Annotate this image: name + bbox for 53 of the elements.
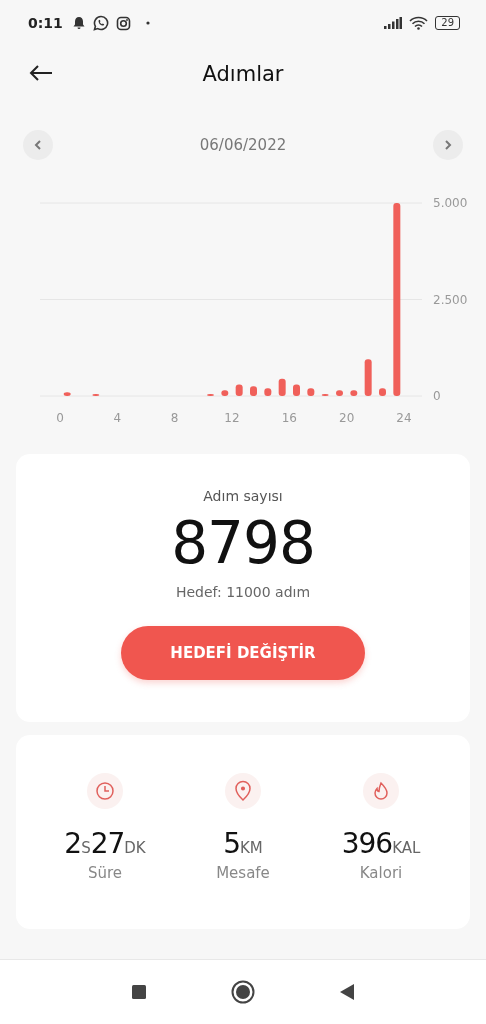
y-axis-label: 5.000 [433,196,468,210]
x-axis-label: 20 [339,411,355,425]
stat-value: 396KAL [341,827,421,860]
chart-bar [235,384,243,396]
battery-indicator: 29 [435,16,460,30]
chart-bar [293,384,300,396]
chart-bar [379,388,386,396]
flame-icon [363,773,399,809]
recents-button[interactable] [131,984,147,1000]
wifi-icon [409,16,429,30]
chart-bar [221,390,229,396]
y-axis-label: 0 [433,389,441,403]
steps-label: Adım sayısı [203,488,283,504]
x-axis-label: 8 [170,411,179,425]
next-day-button[interactable] [433,130,463,160]
stat-value: 2S27DK [64,827,146,860]
x-axis-label: 0 [56,411,64,425]
back-arrow-icon [28,63,54,82]
x-axis-label: 24 [396,411,412,425]
chevron-right-icon [443,139,453,151]
x-axis-label: 12 [224,411,240,425]
back-nav-button[interactable] [339,983,355,1001]
stat-value: 5KM [223,827,263,860]
stat-label: Süre [87,864,123,882]
clock-icon [87,773,123,809]
stat-label: Mesafe [216,864,270,882]
x-axis-label: 4 [113,411,122,425]
chart-bar [350,390,358,396]
chevron-left-icon [33,139,43,151]
bell-icon [71,16,86,30]
y-axis-label: 2.500 [433,292,468,307]
page-title: Adımlar [202,62,284,86]
signal-icon [384,17,403,29]
x-axis-label: 16 [281,411,297,425]
goal-text: Hedef: 11000 adım [175,584,311,600]
chart-bar [307,388,315,396]
dot-icon [145,21,150,25]
chat-icon [92,15,109,31]
chart-bar [278,378,286,396]
camera-icon [115,15,131,31]
previous-day-button[interactable] [23,130,53,160]
stat-label: Kalori [359,864,403,882]
chart-bar [364,359,372,396]
home-button[interactable] [231,980,255,1004]
steps-count: 8798 [171,508,315,578]
change-goal-button[interactable]: HEDEFİ DEĞİŞTİR [121,626,365,680]
location-pin-icon [225,773,261,809]
chart-bar [336,390,343,396]
status-time: 0:11 [28,15,63,31]
date-label: 06/06/2022 [199,136,287,154]
chart-bar [63,392,71,396]
chart-bar [264,388,272,396]
chart-bar [250,386,257,396]
